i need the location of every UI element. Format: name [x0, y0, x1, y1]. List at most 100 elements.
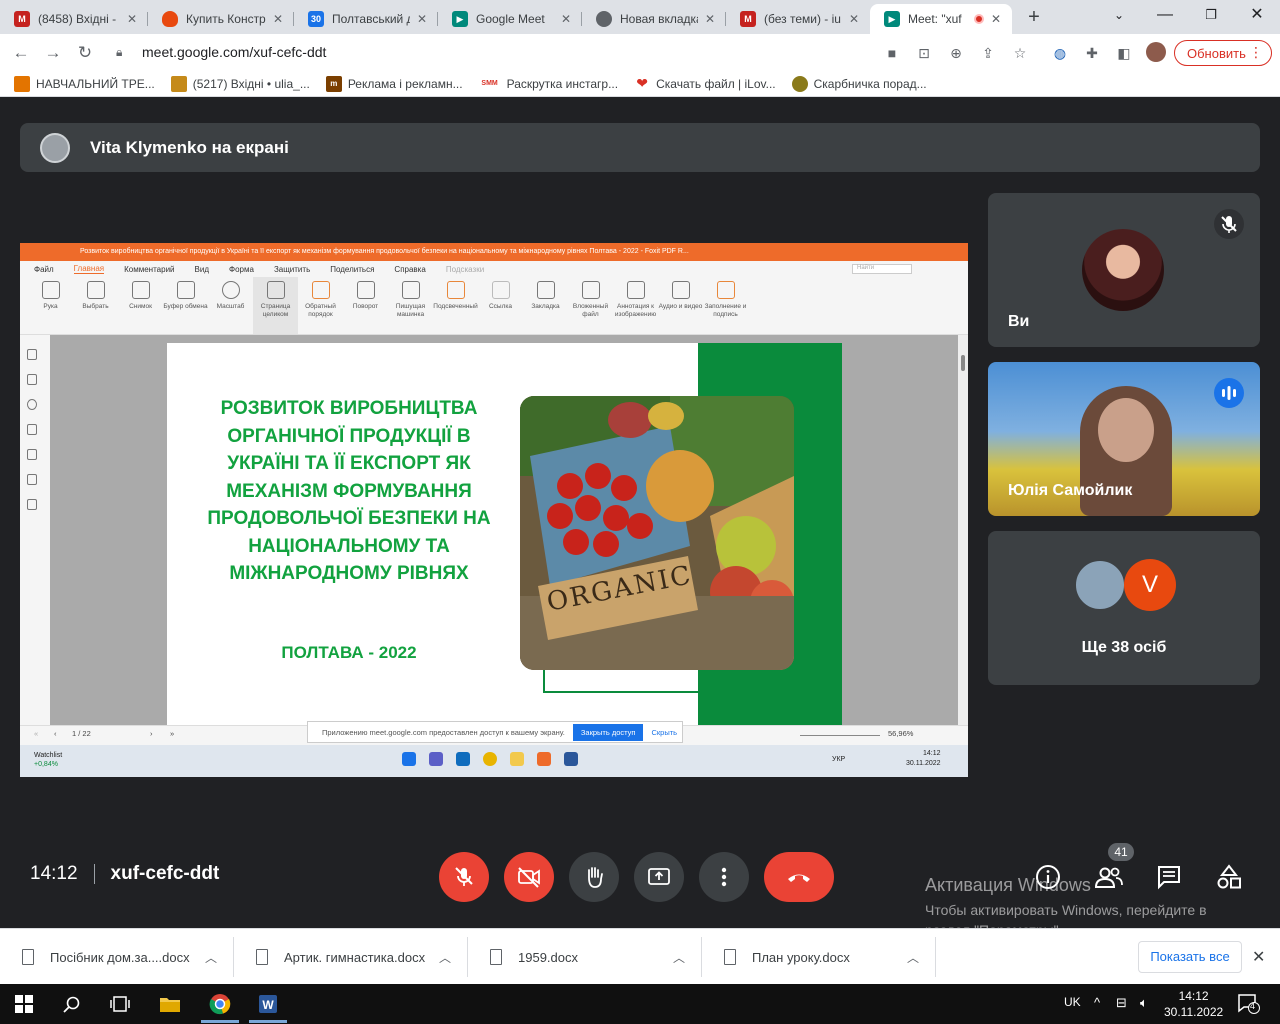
side-panel-icon[interactable]: ◧ — [1114, 43, 1134, 63]
close-icon[interactable]: ✕ — [558, 12, 574, 26]
menu-item[interactable]: Комментарий — [124, 265, 174, 274]
ribbon-tool[interactable]: Заполнение и подпись — [703, 277, 748, 334]
mic-toggle-button[interactable] — [439, 852, 489, 902]
word-icon[interactable]: W — [256, 992, 280, 1016]
more-options-button[interactable] — [699, 852, 749, 902]
chevron-up-icon[interactable]: ︿ — [439, 949, 451, 966]
raise-hand-button[interactable] — [569, 852, 619, 902]
input-language[interactable]: UK — [1064, 995, 1081, 1009]
download-item[interactable]: План уроку.docx ︿ — [702, 937, 936, 977]
download-item[interactable]: Посібник дом.за....docx ︿ — [0, 937, 234, 977]
ribbon-tool[interactable]: Поворот — [343, 277, 388, 334]
network-icon[interactable]: ⊟ — [1116, 995, 1127, 1011]
bookmark-item[interactable]: m Реклама і рекламн... — [325, 75, 463, 92]
ribbon-tool[interactable]: Снимок — [118, 277, 163, 334]
close-icon[interactable]: ✕ — [988, 12, 1004, 26]
menu-item[interactable]: Поделиться — [330, 265, 374, 274]
ribbon-tool[interactable]: Ссылка — [478, 277, 523, 334]
document-scrollbar[interactable] — [958, 335, 968, 725]
lock-icon[interactable] — [27, 474, 37, 485]
bookmark-item[interactable]: ❤ Скачать файл | iLov... — [634, 75, 775, 92]
menu-item[interactable]: Подсказки — [446, 265, 484, 274]
show-all-downloads-button[interactable]: Показать все — [1138, 941, 1242, 973]
download-item[interactable]: 1959.docx ︿ — [468, 937, 702, 977]
menu-item[interactable]: Защитить — [274, 265, 310, 274]
hide-notice-button[interactable]: Скрыть — [651, 728, 677, 737]
menu-item[interactable]: Файл — [34, 265, 54, 274]
ribbon-tool[interactable]: Рука — [28, 277, 73, 334]
chevron-up-icon[interactable]: ︿ — [673, 949, 685, 966]
system-clock[interactable]: 14:12 30.11.2022 — [1164, 988, 1223, 1020]
menu-item-active[interactable]: Главная — [73, 264, 105, 274]
windows-start-icon[interactable] — [12, 992, 36, 1016]
menu-item[interactable]: Форма — [229, 265, 254, 274]
ribbon-tool[interactable]: Пишущая машинка — [388, 277, 433, 334]
ribbon-tool[interactable]: Обратный порядок — [298, 277, 343, 334]
browser-tab-active[interactable]: ▶ Meet: "xuf ✕ — [870, 4, 1012, 34]
participant-tile-others[interactable]: V Ще 38 осіб — [988, 531, 1260, 685]
menu-item[interactable]: Справка — [394, 265, 425, 274]
tab-search-icon[interactable]: ⌄ — [1096, 0, 1142, 32]
file-explorer-icon[interactable] — [158, 992, 182, 1016]
bookmark-item[interactable]: SMM Раскрутка инстагр... — [479, 76, 618, 92]
stop-sharing-button[interactable]: Закрыть доступ — [572, 723, 644, 741]
menu-dots-icon[interactable]: ⋮ — [1249, 44, 1263, 61]
ribbon-tool[interactable]: Вложенный файл — [568, 277, 613, 334]
participant-tile-yulia[interactable]: Юлія Самойлик — [988, 362, 1260, 516]
reload-icon[interactable]: ↻ — [72, 40, 98, 66]
close-icon[interactable]: ✕ — [846, 12, 862, 26]
download-item[interactable]: Артик. гимнастика.docx ︿ — [234, 937, 468, 977]
notifications-icon[interactable]: 4 — [1238, 994, 1260, 1014]
page-indicator[interactable]: 1 / 22 — [72, 729, 91, 738]
prev-page-icon[interactable]: ‹ — [54, 729, 57, 738]
chrome-icon[interactable] — [208, 992, 232, 1016]
share-icon[interactable]: ⇪ — [978, 43, 998, 63]
next-page-icon[interactable]: › — [150, 729, 153, 738]
browser-tab[interactable]: M (8458) Вхідні - ✕ — [0, 4, 148, 34]
search-icon[interactable] — [60, 992, 84, 1016]
back-icon[interactable]: ← — [8, 40, 34, 66]
close-icon[interactable]: ✕ — [414, 12, 430, 26]
last-page-icon[interactable]: » — [170, 729, 174, 738]
ribbon-tool[interactable]: Масштаб — [208, 277, 253, 334]
task-view-icon[interactable] — [108, 992, 132, 1016]
foxit-search-input[interactable]: Найти — [852, 264, 912, 274]
profile-avatar[interactable] — [1146, 42, 1166, 62]
camera-icon[interactable]: ■ — [882, 43, 902, 63]
ribbon-tool[interactable]: Страница целиком — [253, 277, 298, 334]
close-icon[interactable]: ✕ — [1252, 947, 1265, 967]
close-icon[interactable]: ✕ — [702, 12, 718, 26]
browser-tab[interactable]: Купить Констр ✕ — [148, 4, 294, 34]
browser-tab[interactable]: 30 Полтавський д ✕ — [294, 4, 438, 34]
bookmark-star-icon[interactable]: ☆ — [1010, 43, 1030, 63]
extension-globe-icon[interactable]: ◍ — [1050, 43, 1070, 63]
ribbon-tool[interactable]: Выбрать — [73, 277, 118, 334]
bookmark-item[interactable]: (5217) Вхідні • ulia_... — [170, 75, 310, 92]
translate-icon[interactable]: ⊡ — [914, 43, 934, 63]
bookmark-item[interactable]: НАВЧАЛЬНИЙ ТРЕ... — [14, 75, 155, 92]
bookmark-icon[interactable] — [27, 349, 37, 360]
browser-tab[interactable]: Новая вкладка ✕ — [582, 4, 726, 34]
camera-toggle-button[interactable] — [504, 852, 554, 902]
chevron-up-icon[interactable]: ︿ — [205, 949, 217, 966]
volume-icon[interactable]: 🔈︎ — [1140, 995, 1148, 1011]
zoom-level[interactable]: 56,96% — [888, 729, 913, 738]
browser-tab[interactable]: ▶ Google Meet ✕ — [438, 4, 582, 34]
comment-icon[interactable] — [27, 399, 37, 410]
participant-tile-you[interactable]: Ви — [988, 193, 1260, 347]
ribbon-tool[interactable]: Аннотация к изображению — [613, 277, 658, 334]
chevron-up-icon[interactable]: ︿ — [907, 949, 919, 966]
close-icon[interactable]: ✕ — [124, 12, 140, 26]
ribbon-tool[interactable]: Подсвеченный — [433, 277, 478, 334]
pages-icon[interactable] — [27, 374, 37, 385]
minimize-icon[interactable]: — — [1142, 0, 1188, 32]
zoom-slider[interactable] — [800, 735, 880, 736]
update-button[interactable]: Обновить ⋮ — [1174, 40, 1272, 66]
document-viewport[interactable]: РОЗВИТОК ВИРОБНИЦТВА ОРГАНІЧНОЇ ПРОДУКЦІ… — [50, 335, 958, 725]
ribbon-tool[interactable]: Закладка — [523, 277, 568, 334]
browser-tab[interactable]: M (без теми) - iu ✕ — [726, 4, 870, 34]
first-page-icon[interactable]: « — [34, 729, 38, 738]
layers-icon[interactable] — [27, 424, 37, 435]
ribbon-tool[interactable]: Аудио и видео — [658, 277, 703, 334]
signature-icon[interactable] — [27, 499, 37, 510]
